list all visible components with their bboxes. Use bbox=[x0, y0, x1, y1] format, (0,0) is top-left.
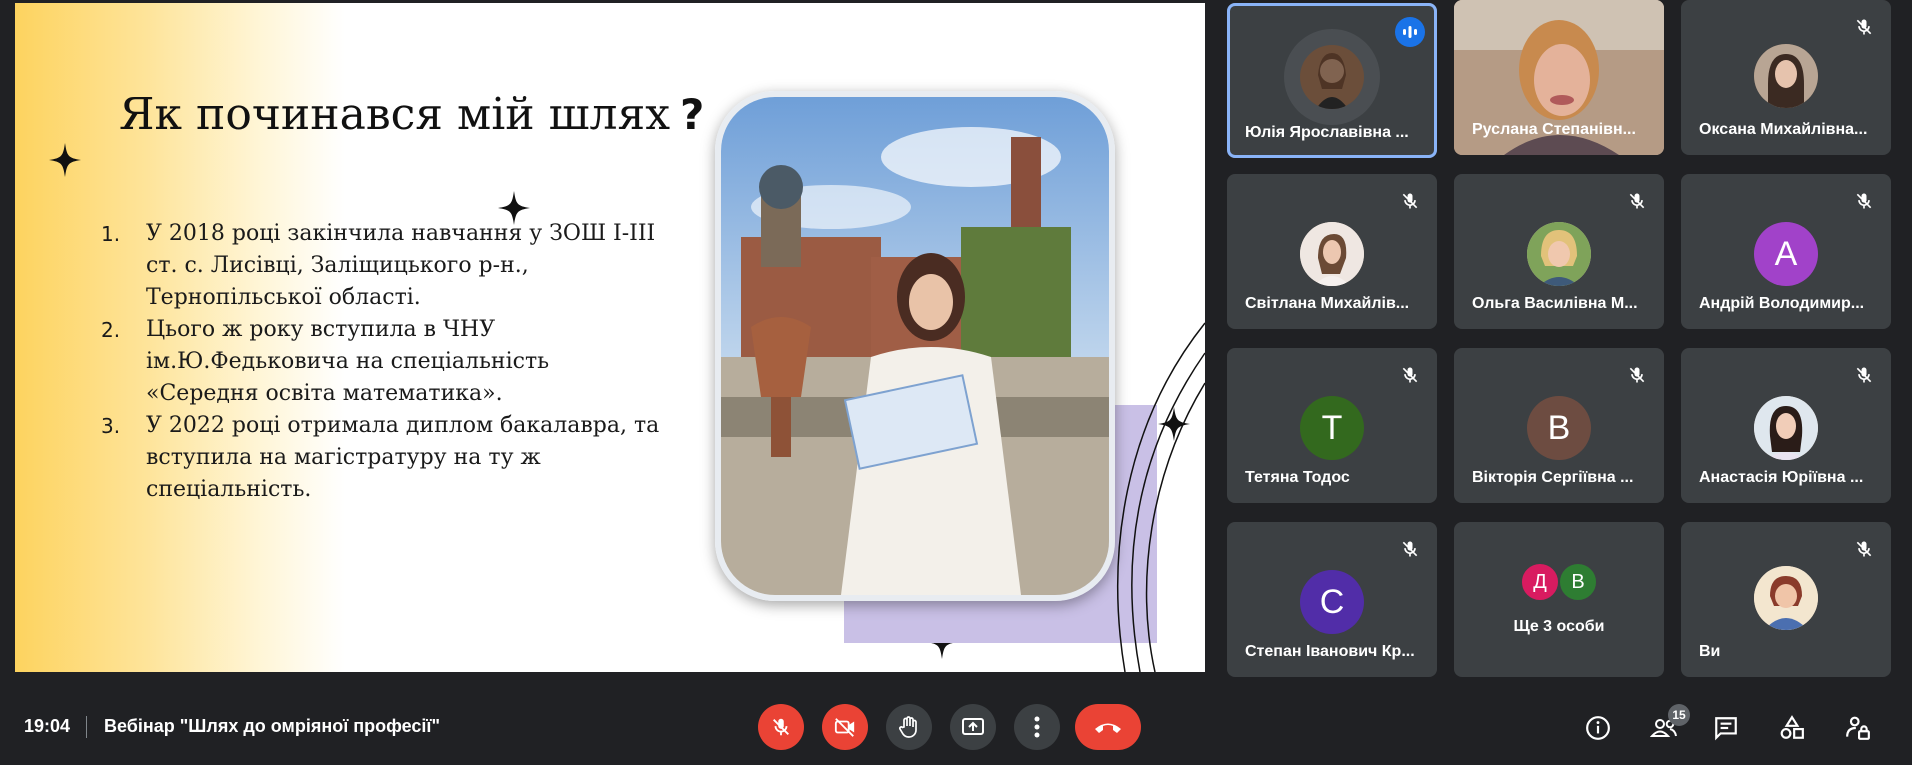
meet-window: Як починався мій шлях? 1. У 2018 році зак… bbox=[0, 0, 1912, 765]
sparkle-star-1 bbox=[49, 143, 81, 177]
participant-tile[interactable]: Світлана Михайлів... bbox=[1227, 174, 1437, 329]
present-screen-button[interactable] bbox=[950, 704, 996, 750]
others-tile[interactable]: Д В Ще 3 особи bbox=[1454, 522, 1664, 677]
speaking-indicator-icon bbox=[1395, 17, 1425, 47]
participant-tile[interactable]: Ольга Василівна М... bbox=[1454, 174, 1664, 329]
slide-bullet-list: 1. У 2018 році закінчила навчання у ЗОШ І… bbox=[101, 218, 661, 506]
participant-name: Тетяна Тодос bbox=[1245, 469, 1350, 486]
self-tile[interactable]: Ви bbox=[1681, 522, 1891, 677]
participant-name: Андрій Володимир... bbox=[1699, 295, 1865, 312]
people-button[interactable]: 15 bbox=[1646, 704, 1690, 746]
slide-title-text: Як починався мій шлях bbox=[119, 89, 671, 140]
bottom-toolbar: 19:04 Вебінар "Шлях до омріяної професії… bbox=[0, 690, 1912, 765]
camera-off-icon bbox=[834, 718, 855, 737]
slide-list-item: 2. Цього ж року вступила в ЧНУ ім.Ю.Федьк… bbox=[101, 314, 661, 410]
mini-avatar: Д bbox=[1520, 562, 1560, 602]
list-item-number: 2. bbox=[101, 318, 121, 342]
participant-avatar bbox=[1754, 44, 1818, 108]
chat-button[interactable] bbox=[1708, 710, 1744, 746]
participant-name: Степан Іванович Кр... bbox=[1245, 643, 1415, 660]
slide-list-item: 3. У 2022 році отримала диплом бакалавра,… bbox=[101, 410, 661, 506]
list-item-text: У 2018 році закінчила навчання у ЗОШ І-І… bbox=[146, 221, 656, 310]
host-controls-button[interactable] bbox=[1840, 710, 1876, 746]
clock: 19:04 bbox=[24, 716, 71, 736]
present-icon bbox=[962, 718, 984, 735]
camera-toggle-button[interactable] bbox=[822, 704, 868, 750]
raise-hand-button[interactable] bbox=[886, 704, 932, 750]
participant-avatar bbox=[1300, 45, 1364, 109]
participant-avatar: В bbox=[1527, 396, 1591, 460]
mic-off-icon bbox=[1622, 186, 1652, 216]
participant-tile[interactable]: Руслана Степанівн... bbox=[1454, 0, 1664, 155]
participant-name: Вікторія Сергіївна ... bbox=[1472, 469, 1634, 486]
activities-icon bbox=[1780, 715, 1804, 739]
participant-avatar bbox=[1300, 222, 1364, 286]
leave-call-button[interactable] bbox=[1075, 704, 1141, 750]
participant-name: Ви bbox=[1699, 643, 1721, 660]
participant-avatar: А bbox=[1754, 222, 1818, 286]
mic-off-icon bbox=[1849, 186, 1879, 216]
more-options-button[interactable] bbox=[1014, 704, 1060, 750]
participant-avatar bbox=[1754, 566, 1818, 630]
lock-person-icon bbox=[1846, 716, 1870, 740]
hand-icon bbox=[899, 716, 917, 738]
mic-off-icon bbox=[1849, 360, 1879, 390]
participant-name: Світлана Михайлів... bbox=[1245, 295, 1410, 312]
mic-off-icon bbox=[1395, 360, 1425, 390]
meeting-title: Вебінар "Шлях до омріяної професії" bbox=[104, 716, 441, 736]
meeting-info-button[interactable] bbox=[1580, 710, 1616, 746]
activities-button[interactable] bbox=[1774, 710, 1810, 746]
info-icon bbox=[1586, 716, 1610, 740]
list-item-number: 1. bbox=[101, 222, 121, 246]
participant-tile[interactable]: В Вікторія Сергіївна ... bbox=[1454, 348, 1664, 503]
hang-up-icon bbox=[1095, 723, 1121, 733]
participant-tile[interactable]: Оксана Михайлівна... bbox=[1681, 0, 1891, 155]
mini-avatar: В bbox=[1558, 562, 1598, 602]
participant-tile[interactable]: С Степан Іванович Кр... bbox=[1227, 522, 1437, 677]
mic-off-icon bbox=[1395, 534, 1425, 564]
participant-name: Оксана Михайлівна... bbox=[1699, 121, 1868, 138]
mic-off-icon bbox=[1849, 12, 1879, 42]
list-item-text: Цього ж року вступила в ЧНУ ім.Ю.Федьков… bbox=[146, 317, 550, 406]
more-vert-icon bbox=[1034, 716, 1040, 738]
participant-avatar: С bbox=[1300, 570, 1364, 634]
participant-name: Анастасія Юріївна ... bbox=[1699, 469, 1864, 486]
slide-title: Як починався мій шлях? bbox=[119, 89, 704, 140]
mic-off-icon bbox=[1622, 360, 1652, 390]
participant-tile[interactable]: Юлія Ярославівна ... bbox=[1227, 3, 1437, 158]
participant-tile[interactable]: Т Тетяна Тодос bbox=[1227, 348, 1437, 503]
chat-icon bbox=[1715, 717, 1737, 741]
others-avatars: Д В bbox=[1520, 562, 1598, 602]
participant-avatar bbox=[1527, 222, 1591, 286]
participant-name: Ольга Василівна М... bbox=[1472, 295, 1638, 312]
participant-tile[interactable]: А Андрій Володимир... bbox=[1681, 174, 1891, 329]
people-count-badge: 15 bbox=[1668, 704, 1690, 726]
presentation-slide: Як починався мій шлях? 1. У 2018 році зак… bbox=[15, 3, 1205, 672]
mic-off-icon bbox=[773, 718, 789, 736]
mic-off-icon bbox=[1849, 534, 1879, 564]
slide-list-item: 1. У 2018 році закінчила навчання у ЗОШ І… bbox=[101, 218, 661, 314]
mic-toggle-button[interactable] bbox=[758, 704, 804, 750]
participant-tile[interactable]: Анастасія Юріївна ... bbox=[1681, 348, 1891, 503]
divider bbox=[86, 716, 87, 738]
participant-avatar bbox=[1754, 396, 1818, 460]
list-item-text: У 2022 році отримала диплом бакалавра, т… bbox=[146, 413, 660, 502]
participant-name: Юлія Ярославівна ... bbox=[1245, 124, 1409, 141]
mic-off-icon bbox=[1395, 186, 1425, 216]
slide-title-mark: ? bbox=[680, 90, 705, 139]
participant-avatar: Т bbox=[1300, 396, 1364, 460]
list-item-number: 3. bbox=[101, 414, 121, 438]
graduation-photo bbox=[715, 91, 1115, 601]
participant-name: Руслана Степанівн... bbox=[1472, 121, 1636, 138]
others-count-label: Ще 3 особи bbox=[1513, 618, 1605, 635]
